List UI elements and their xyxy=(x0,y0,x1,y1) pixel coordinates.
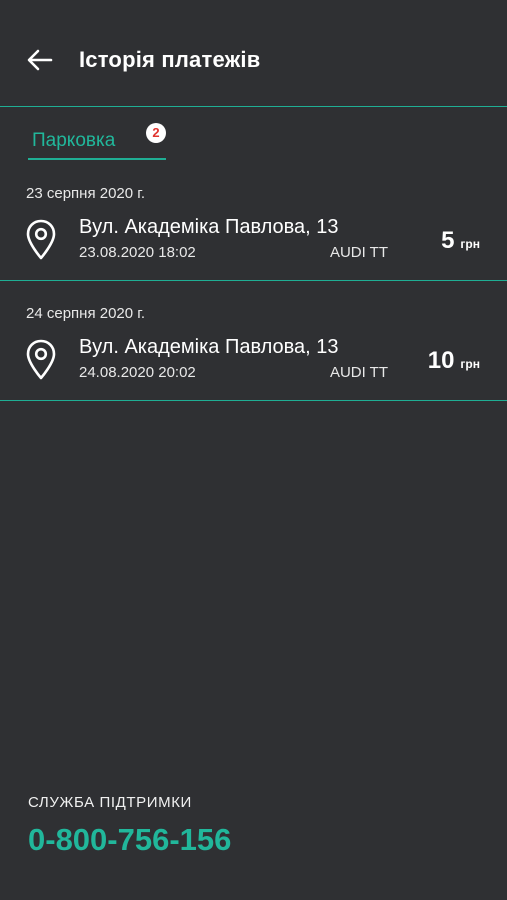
page-title: Історія платежів xyxy=(79,47,261,72)
location-pin-icon xyxy=(26,339,56,380)
payment-address: Вул. Академіка Павлова, 13 xyxy=(79,216,339,238)
payment-row[interactable]: Вул. Академіка Павлова, 13 23.08.2020 18… xyxy=(0,211,507,275)
app-header: Історія платежів xyxy=(0,0,507,107)
payment-amount-value: 5 xyxy=(441,227,455,254)
support-label: СЛУЖБА ПІДТРИМКИ xyxy=(28,794,192,811)
payment-amount: 5 грн xyxy=(441,227,480,255)
payment-group: 24 серпня 2020 г. Вул. Академіка Павлова… xyxy=(0,281,507,401)
tab-parking[interactable]: Парковка 2 xyxy=(28,122,166,160)
support-phone-link[interactable]: 0-800-756-156 xyxy=(28,822,231,858)
tab-parking-badge: 2 xyxy=(146,123,166,143)
payment-currency: грн xyxy=(460,237,480,251)
payment-datetime: 24.08.2020 20:02 xyxy=(79,364,196,381)
payment-car: AUDI TT xyxy=(329,364,388,381)
payment-row[interactable]: Вул. Академіка Павлова, 13 24.08.2020 20… xyxy=(0,331,507,395)
payment-amount: 10 грн xyxy=(428,347,480,375)
tab-bar: Парковка 2 xyxy=(0,107,507,160)
payment-amount-value: 10 xyxy=(427,347,455,374)
back-button[interactable] xyxy=(26,46,54,74)
arrow-left-icon xyxy=(27,49,53,71)
payment-address: Вул. Академіка Павлова, 13 xyxy=(79,336,339,358)
location-pin-icon xyxy=(26,219,56,260)
payment-car: AUDI TT xyxy=(329,244,388,261)
payment-date-header: 23 серпня 2020 г. xyxy=(26,185,146,202)
tab-parking-label: Парковка xyxy=(32,130,116,151)
payment-date-header: 24 серпня 2020 г. xyxy=(26,305,146,322)
payment-datetime: 23.08.2020 18:02 xyxy=(79,244,196,261)
payment-currency: грн xyxy=(460,357,480,371)
tab-active-indicator xyxy=(28,158,166,160)
payment-group: 23 серпня 2020 г. Вул. Академіка Павлова… xyxy=(0,161,507,281)
